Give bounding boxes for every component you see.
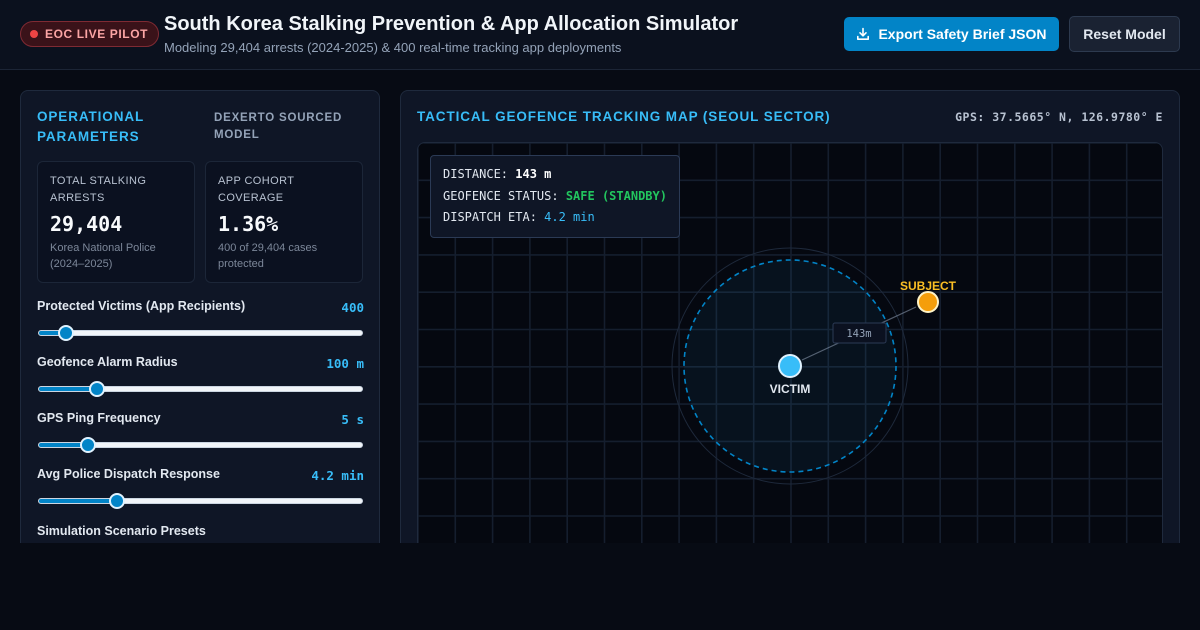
distance-label: DISTANCE: [443, 167, 509, 181]
victim-marker[interactable] [778, 354, 802, 378]
stat-value: 1.36% [218, 212, 279, 236]
dispatch-eta-value: 4.2 min [544, 210, 595, 224]
dispatch-response-slider[interactable] [37, 493, 364, 509]
live-status-badge: EOC LIVE PILOT [20, 21, 160, 47]
slider-thumb[interactable] [79, 437, 96, 453]
param-label: Avg Police Dispatch Response [37, 467, 220, 481]
geofence-status-label: GEOFENCE STATUS: [443, 188, 559, 203]
param-value: 5 s [341, 412, 364, 427]
subject-label: SUBJECT [900, 279, 957, 293]
params-panel-title: OPERATIONAL PARAMETERS [37, 109, 144, 144]
dispatch-eta-label: DISPATCH ETA: [443, 210, 537, 224]
export-safety-brief-button[interactable]: Export Safety Brief JSON [844, 17, 1059, 51]
slider-thumb[interactable] [89, 381, 106, 397]
operational-parameters-panel: OPERATIONAL PARAMETERS DEXERTO SOURCED M… [20, 90, 380, 560]
download-icon [857, 27, 870, 40]
victim-label: VICTIM [770, 382, 811, 396]
presets-title: Simulation Scenario Presets [37, 524, 206, 538]
stat-card-app-coverage: APP COHORT COVERAGE 1.36% 400 of 29,404 … [205, 161, 363, 283]
stat-label: APP COHORT COVERAGE [218, 175, 295, 204]
geofence-radius-slider[interactable] [37, 381, 364, 397]
badge-label: EOC LIVE PILOT [45, 27, 149, 41]
slider-thumb[interactable] [58, 325, 75, 341]
live-dot-icon [30, 30, 38, 38]
app-subtitle: Modeling 29,404 arrests (2024-2025) & 40… [164, 40, 622, 55]
param-protected-victims: Protected Victims (App Recipients) 400 [37, 299, 364, 345]
gps-ping-frequency-slider[interactable] [37, 437, 364, 453]
param-value: 400 [341, 300, 364, 315]
distance-value: 143 m [515, 167, 552, 181]
param-label: Protected Victims (App Recipients) [37, 299, 246, 313]
param-label: Geofence Alarm Radius [37, 355, 178, 369]
param-value: 4.2 min [311, 468, 364, 483]
geofence-map[interactable]: 143m VICTIM SUBJECT DISTANCE: 143 m GEOF… [417, 142, 1163, 559]
reset-model-button[interactable]: Reset Model [1069, 16, 1180, 52]
protected-victims-slider[interactable] [37, 325, 364, 341]
tracking-map-panel: TACTICAL GEOFENCE TRACKING MAP (SEOUL SE… [400, 90, 1180, 560]
app-header: EOC LIVE PILOT South Korea Stalking Prev… [0, 0, 1200, 70]
stat-value: 29,404 [50, 212, 123, 236]
stat-sub: 400 of 29,404 cases protected [218, 242, 318, 270]
dispatch-eta-row: DISPATCH ETA: 4.2 min [443, 207, 667, 229]
geofence-status-value: SAFE (STANDBY) [565, 188, 667, 203]
slider-track [38, 330, 363, 336]
slider-fill [39, 499, 119, 503]
slider-track [38, 386, 363, 392]
param-value: 100 m [326, 356, 364, 371]
gps-coordinates: GPS: 37.5665° N, 126.9780° E [955, 110, 1163, 124]
param-geofence-radius: Geofence Alarm Radius 100 m [37, 355, 364, 401]
distance-row: DISTANCE: 143 m [443, 164, 667, 186]
params-panel-source: DEXERTO SOURCED MODEL [214, 112, 343, 141]
geofence-status-row: GEOFENCE STATUS: SAFE (STANDBY) [443, 186, 667, 208]
param-dispatch-response: Avg Police Dispatch Response 4.2 min [37, 467, 364, 513]
param-gps-ping-frequency: GPS Ping Frequency 5 s [37, 411, 364, 457]
map-panel-title: TACTICAL GEOFENCE TRACKING MAP (SEOUL SE… [417, 109, 831, 124]
stat-card-total-arrests: TOTAL STALKING ARRESTS 29,404 Korea Nati… [37, 161, 195, 283]
stat-sub: Korea National Police (2024–2025) [50, 242, 156, 270]
export-button-label: Export Safety Brief JSON [878, 26, 1047, 42]
subject-marker[interactable] [917, 291, 939, 313]
slider-thumb[interactable] [109, 493, 126, 509]
app-title: South Korea Stalking Prevention & App Al… [164, 13, 739, 35]
page-bottom-area [0, 543, 1200, 630]
param-label: GPS Ping Frequency [37, 411, 161, 425]
stat-label: TOTAL STALKING ARRESTS [50, 175, 147, 204]
distance-tag: 143m [846, 328, 871, 340]
slider-track [38, 498, 363, 504]
tracking-info-box: DISTANCE: 143 m GEOFENCE STATUS: SAFE (S… [430, 155, 680, 238]
